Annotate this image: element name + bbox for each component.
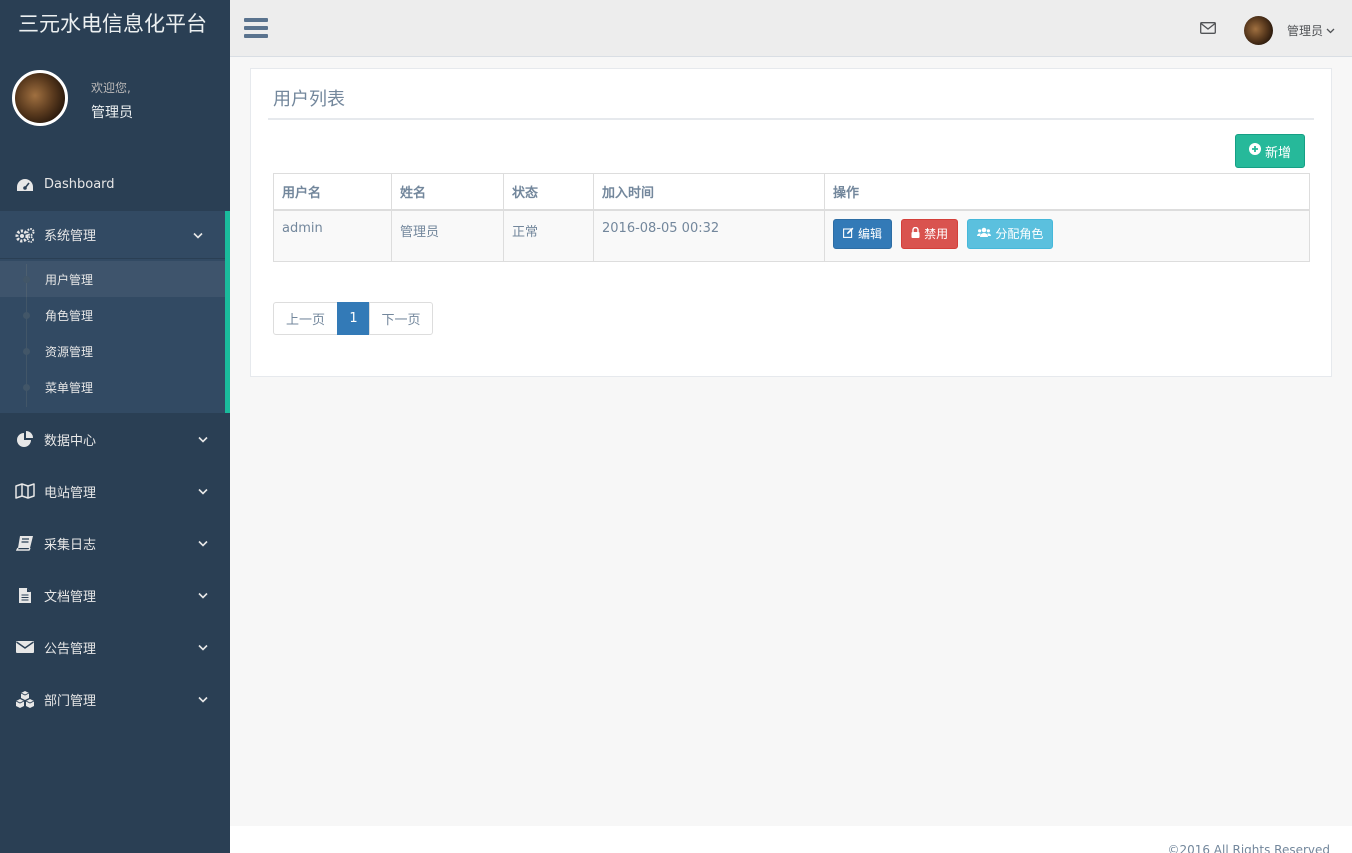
sidebar-subitem-resource-management[interactable]: 资源管理 (0, 333, 225, 369)
sidebar-item-label: 电站管理 (44, 485, 97, 501)
sidebar-item-data-center[interactable]: 数据中心 (0, 413, 230, 465)
chevron-down-icon (198, 640, 208, 655)
sidebar-item-label: 文档管理 (44, 589, 97, 605)
map-icon (15, 483, 35, 499)
cell-status: 正常 (503, 209, 594, 262)
edit-button[interactable]: 编辑 (833, 218, 893, 249)
chevron-down-icon (193, 227, 203, 242)
profile-name: 管理员 (91, 104, 133, 121)
column-header-username: 用户名 (273, 173, 392, 211)
edit-label: 编辑 (858, 227, 883, 241)
welcome-text: 欢迎您, (91, 80, 131, 95)
user-table: 用户名 姓名 状态 加入时间 操作 admin 管理员 正常 2016-08-0… (273, 173, 1310, 262)
sidebar-item-station[interactable]: 电站管理 (0, 465, 230, 517)
sidebar-item-label: Dashboard (44, 177, 115, 192)
table-header-row: 用户名 姓名 状态 加入时间 操作 (273, 173, 1310, 211)
lock-icon (911, 226, 920, 241)
sidebar-item-dashboard[interactable]: Dashboard (0, 158, 230, 211)
chevron-down-icon (1326, 23, 1335, 38)
sidebar-item-label: 数据中心 (44, 433, 97, 449)
submenu-system: 用户管理 角色管理 资源管理 菜单管理 (0, 258, 225, 413)
mail-icon[interactable] (1200, 22, 1216, 38)
sidebar-item-collect-log[interactable]: 采集日志 (0, 517, 230, 569)
prev-page-button[interactable]: 上一页 (273, 302, 338, 335)
gears-icon (15, 227, 35, 243)
sidebar-item-dept[interactable]: 部门管理 (0, 673, 230, 725)
page-title: 用户列表 (273, 89, 345, 110)
sidebar-subitem-role-management[interactable]: 角色管理 (0, 297, 225, 333)
add-user-label: 新增 (1264, 145, 1291, 161)
column-header-actions: 操作 (824, 173, 1310, 211)
chevron-down-icon (198, 588, 208, 603)
top-navbar: 管理员 (230, 0, 1352, 57)
chevron-down-icon (198, 432, 208, 447)
current-page-button[interactable]: 1 (337, 302, 370, 335)
user-name: 管理员 (1287, 24, 1324, 38)
sidebar-item-system[interactable]: 系统管理 (0, 211, 225, 258)
envelope-icon (15, 640, 35, 654)
dashboard-icon (15, 178, 35, 192)
cell-actions: 编辑 禁用 分配角色 (824, 209, 1310, 262)
cell-username: admin (273, 209, 392, 262)
cell-joined: 2016-08-05 00:32 (593, 209, 825, 262)
user-list-panel: 用户列表 新增 用户名 姓名 状态 加入时间 操作 admin 管理员 正常 2… (250, 68, 1332, 377)
sidebar-item-docs[interactable]: 文档管理 (0, 569, 230, 621)
cubes-icon (15, 690, 35, 708)
sidebar-subitem-user-management[interactable]: 用户管理 (0, 261, 225, 297)
sidebar-subitem-menu-management[interactable]: 菜单管理 (0, 369, 225, 405)
footer-copyright: ©2016 All Rights Reserved (1167, 843, 1330, 853)
assign-role-button[interactable]: 分配角色 (967, 218, 1054, 249)
pagination: 上一页 1 下一页 (273, 302, 433, 335)
divider (268, 118, 1314, 120)
book-icon (15, 535, 35, 551)
chevron-down-icon (198, 536, 208, 551)
profile: 欢迎您, 管理员 (12, 70, 133, 126)
next-page-button[interactable]: 下一页 (369, 302, 433, 335)
sidebar: 三元水电信息化平台 欢迎您, 管理员 Dashboard 系统管理 用户管理 角… (0, 0, 230, 853)
sidebar-item-label: 系统管理 (44, 229, 97, 244)
table-row: admin 管理员 正常 2016-08-05 00:32 编辑 禁用 分配角色 (273, 209, 1310, 262)
sidebar-item-label: 部门管理 (44, 693, 97, 709)
sidebar-item-label: 采集日志 (44, 537, 97, 553)
column-header-status: 状态 (503, 173, 594, 211)
footer: ©2016 All Rights Reserved (230, 826, 1352, 853)
user-dropdown[interactable]: 管理员 (1244, 16, 1335, 45)
disable-button[interactable]: 禁用 (901, 218, 959, 249)
file-text-icon (15, 587, 35, 604)
sidebar-group-system: 系统管理 用户管理 角色管理 资源管理 菜单管理 (0, 211, 230, 413)
menu-toggle-icon[interactable] (244, 18, 268, 38)
add-user-button[interactable]: 新增 (1235, 134, 1305, 168)
avatar (12, 70, 68, 126)
users-icon (977, 227, 992, 241)
disable-label: 禁用 (924, 227, 949, 241)
sidebar-item-notice[interactable]: 公告管理 (0, 621, 230, 673)
assign-role-label: 分配角色 (995, 227, 1044, 241)
chevron-down-icon (198, 692, 208, 707)
column-header-name: 姓名 (391, 173, 504, 211)
plus-circle-icon (1248, 143, 1261, 159)
site-title[interactable]: 三元水电信息化平台 (0, 0, 230, 57)
edit-icon (843, 227, 854, 241)
sidebar-menu: Dashboard 系统管理 用户管理 角色管理 资源管理 菜单管理 数据中心 (0, 158, 230, 725)
column-header-joined: 加入时间 (593, 173, 825, 211)
pie-chart-icon (15, 431, 35, 447)
avatar (1244, 16, 1273, 45)
cell-name: 管理员 (391, 209, 504, 262)
chevron-down-icon (198, 484, 208, 499)
sidebar-item-label: 公告管理 (44, 641, 97, 657)
